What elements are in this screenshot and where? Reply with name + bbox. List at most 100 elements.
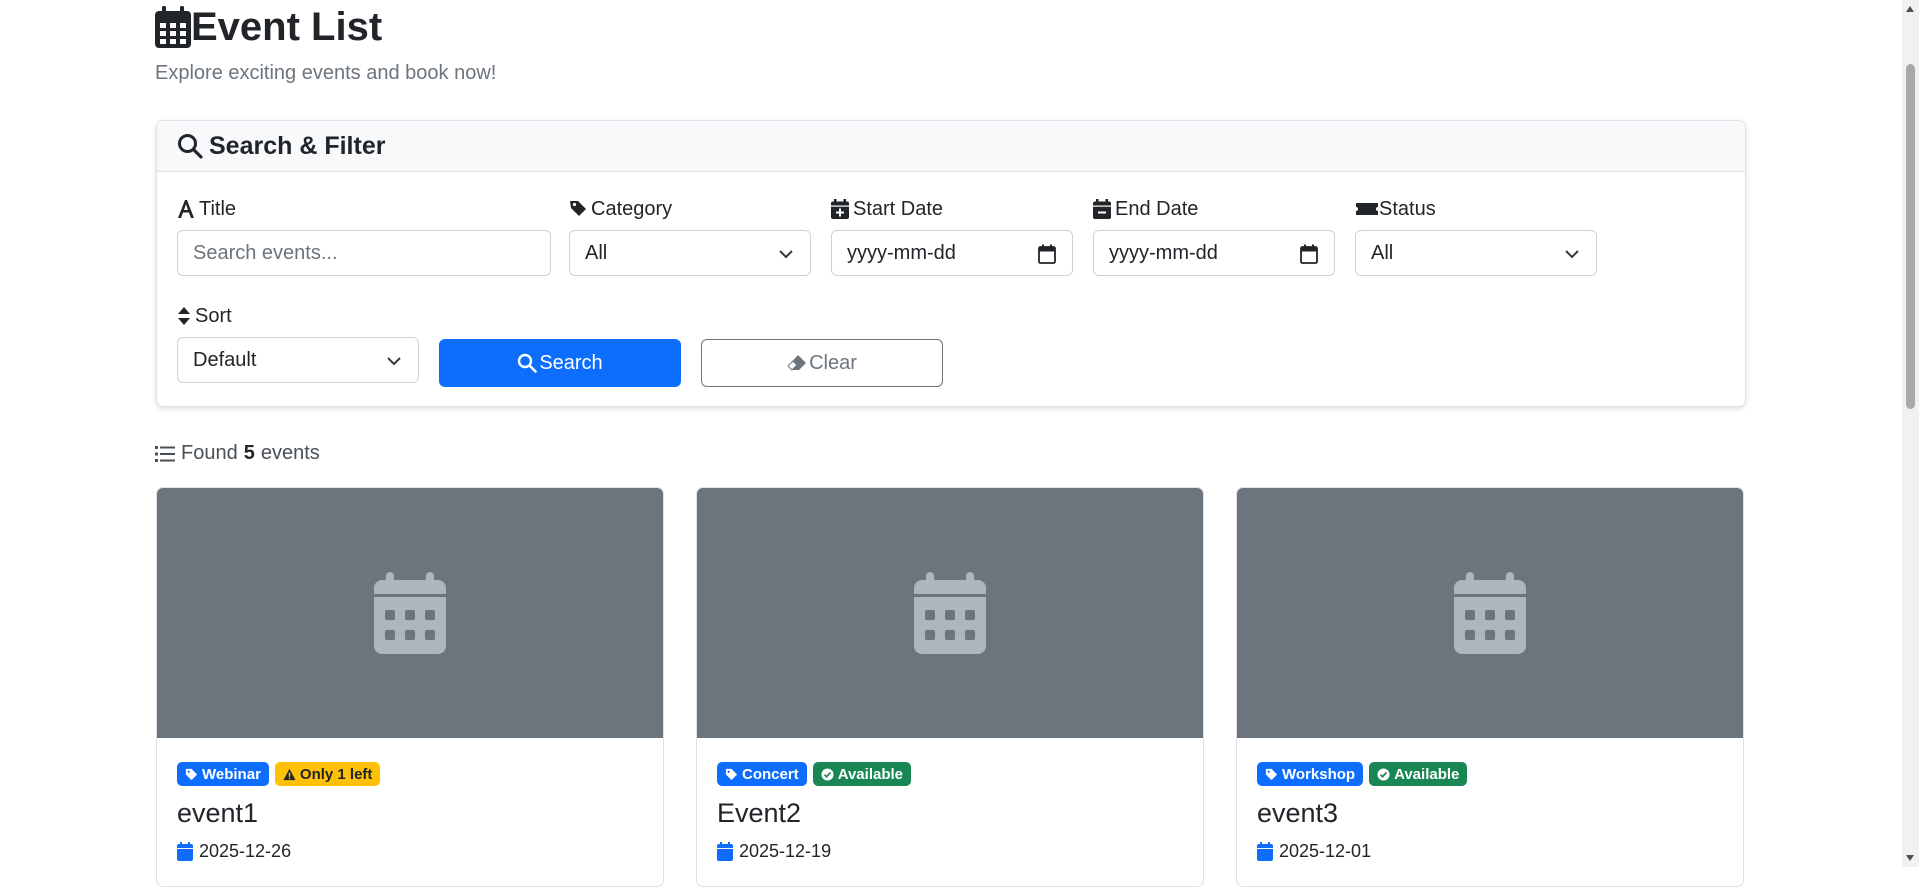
event-card-body: Concert Available Event2 2025-12-19: [697, 738, 1203, 886]
category-label: Category: [591, 197, 673, 220]
category-badge-label: Concert: [742, 765, 799, 783]
page-title-row: Event List: [155, 4, 382, 50]
start-date-label-row: Start Date: [831, 196, 943, 222]
chevron-down-icon: [779, 250, 793, 259]
check-circle-icon: [821, 767, 834, 781]
tag-icon: [1265, 768, 1278, 780]
warning-icon: [283, 768, 296, 780]
title-search-placeholder: Search events...: [193, 241, 338, 264]
event-image-placeholder: [157, 488, 663, 738]
font-icon: [178, 200, 194, 218]
search-button-label: Search: [539, 351, 603, 374]
calendar-icon: [914, 572, 986, 654]
event-image-placeholder: [1237, 488, 1743, 738]
calendar-plus-icon: [831, 199, 849, 219]
calendar-icon: [1257, 842, 1273, 861]
category-filter: Category All: [569, 196, 811, 276]
end-date-input[interactable]: yyyy-mm-dd: [1093, 230, 1335, 276]
end-date-label: End Date: [1115, 197, 1199, 220]
event-card-body: Webinar Only 1 left event1 2025-12-26: [157, 738, 663, 886]
event-date-text: 2025-12-26: [199, 841, 292, 861]
calendar-icon: [155, 6, 191, 48]
start-date-label: Start Date: [853, 197, 944, 220]
event-image-placeholder: [697, 488, 1203, 738]
results-number: 5: [243, 442, 255, 464]
sort-label: Sort: [195, 304, 232, 327]
title-search-input[interactable]: Search events...: [177, 230, 551, 276]
start-date-input[interactable]: yyyy-mm-dd: [831, 230, 1073, 276]
search-icon: [518, 353, 538, 373]
chevron-down-icon: [1565, 250, 1579, 259]
tag-icon: [725, 768, 738, 780]
search-filter-card: Search & Filter Title Search events... C: [156, 120, 1746, 407]
scroll-down-arrow-icon[interactable]: [1906, 855, 1914, 861]
event-card[interactable]: Webinar Only 1 left event1 2025-12-26: [156, 487, 664, 887]
search-button[interactable]: Search: [439, 339, 681, 387]
sort-select-value: Default: [193, 348, 257, 371]
category-select[interactable]: All: [569, 230, 811, 276]
date-picker-icon[interactable]: [1300, 244, 1318, 264]
sort-label-row: Sort: [177, 303, 232, 329]
event-title[interactable]: event1: [177, 798, 643, 829]
results-suffix: events: [260, 442, 320, 464]
event-badges: Workshop Available: [1257, 762, 1723, 786]
page-title: Event List: [191, 5, 383, 49]
scroll-up-arrow-icon[interactable]: [1906, 6, 1914, 12]
end-date-label-row: End Date: [1093, 196, 1198, 222]
event-badges: Webinar Only 1 left: [177, 762, 643, 786]
calendar-icon: [177, 842, 193, 861]
event-card[interactable]: Concert Available Event2 2025-12-19: [696, 487, 1204, 887]
list-icon: [155, 445, 175, 462]
category-label-row: Category: [569, 196, 672, 222]
event-date: 2025-12-26: [177, 841, 643, 862]
category-badge: Concert: [717, 762, 807, 786]
event-date-text: 2025-12-01: [1279, 841, 1372, 861]
title-label-row: Title: [177, 196, 236, 222]
search-icon: [178, 134, 203, 159]
clear-button-label: Clear: [809, 351, 857, 374]
event-date: 2025-12-01: [1257, 841, 1723, 862]
clear-button[interactable]: Clear: [701, 339, 943, 387]
status-select[interactable]: All: [1355, 230, 1597, 276]
sort-icon: [178, 307, 190, 325]
tag-icon: [570, 201, 586, 216]
status-badge: Available: [1369, 762, 1468, 786]
date-picker-icon[interactable]: [1038, 244, 1056, 264]
status-filter: Status All: [1355, 196, 1597, 276]
category-badge-label: Workshop: [1282, 765, 1356, 783]
event-date-text: 2025-12-19: [739, 841, 832, 861]
scrollbar-thumb[interactable]: [1906, 64, 1915, 409]
status-select-value: All: [1371, 241, 1394, 264]
eraser-icon: [787, 355, 807, 371]
category-badge: Workshop: [1257, 762, 1364, 786]
category-select-value: All: [585, 241, 608, 264]
start-date-filter: Start Date yyyy-mm-dd: [831, 196, 1073, 276]
event-card-body: Workshop Available event3 2025-12-01: [1237, 738, 1743, 886]
search-filter-header: Search & Filter: [157, 121, 1745, 172]
search-filter-title: Search & Filter: [209, 131, 386, 160]
tag-icon: [185, 768, 198, 780]
chevron-down-icon: [387, 357, 401, 366]
vertical-scrollbar[interactable]: [1902, 0, 1919, 867]
end-date-filter: End Date yyyy-mm-dd: [1093, 196, 1335, 276]
event-date: 2025-12-19: [717, 841, 1183, 862]
status-label-row: Status: [1355, 196, 1436, 222]
check-circle-icon: [1377, 767, 1390, 781]
calendar-icon: [717, 842, 733, 861]
event-badges: Concert Available: [717, 762, 1183, 786]
category-badge-label: Webinar: [202, 765, 261, 783]
event-title[interactable]: event3: [1257, 798, 1723, 829]
page-subtitle: Explore exciting events and book now!: [155, 62, 497, 84]
sort-filter: Sort Default: [177, 303, 419, 383]
results-count: Found 5 events: [155, 442, 320, 465]
status-badge: Available: [812, 762, 911, 786]
status-badge-label: Available: [837, 765, 903, 783]
event-card[interactable]: Workshop Available event3 2025-12-01: [1236, 487, 1744, 887]
status-label: Status: [1379, 197, 1436, 220]
sort-select[interactable]: Default: [177, 337, 419, 383]
title-filter: Title Search events...: [177, 196, 551, 276]
status-badge-label: Only 1 left: [299, 765, 373, 783]
ticket-icon: [1356, 203, 1378, 215]
status-badge: Only 1 left: [274, 762, 381, 786]
event-title[interactable]: Event2: [717, 798, 1183, 829]
